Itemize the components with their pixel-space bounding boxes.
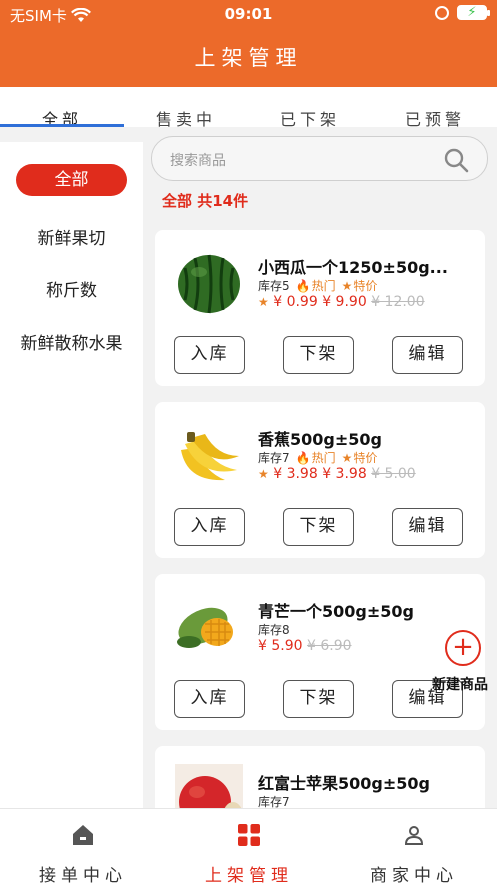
banana-icon — [181, 432, 239, 481]
search-input[interactable]: 搜索商品 — [151, 136, 488, 181]
price-current: ¥ 0.99 ¥ 9.90 — [273, 294, 367, 310]
special-tag: ★特价 — [342, 277, 378, 294]
product-stock: 库存7 — [258, 795, 290, 808]
product-name: 小西瓜一个1250±50g... — [258, 258, 448, 277]
product-price: ¥ 5.90 ¥ 6.90 — [258, 638, 352, 654]
product-stock-row: 库存7 — [258, 793, 290, 808]
star-icon: ★ — [341, 451, 353, 465]
tab-warning[interactable]: 已预警 — [373, 106, 497, 130]
search-placeholder: 搜索商品 — [170, 153, 226, 169]
stock-in-button[interactable]: 入库 — [174, 508, 245, 546]
special-tag-label: 特价 — [353, 279, 378, 293]
hot-tag-label: 热门 — [311, 451, 336, 465]
hot-tag: 🔥热门 — [296, 277, 336, 294]
hot-tag: 🔥热门 — [296, 449, 336, 466]
new-product-label[interactable]: 新建商品 — [432, 674, 496, 694]
delist-button[interactable]: 下架 — [283, 508, 354, 546]
product-name: 红富士苹果500g±50g — [258, 774, 430, 793]
rotation-lock-icon — [435, 5, 449, 20]
star-icon: ★ — [341, 279, 353, 293]
active-tab-indicator — [0, 124, 124, 127]
nav-order-center[interactable]: 接单中心 — [0, 809, 166, 883]
search-icon[interactable] — [443, 147, 469, 173]
category-item-bulk-fruit[interactable]: 新鲜散称水果 — [0, 329, 143, 354]
stock-in-button[interactable]: 入库 — [174, 680, 245, 718]
delist-button[interactable]: 下架 — [283, 680, 354, 718]
product-stock: 库存7 — [258, 451, 290, 465]
nav-listing-management-label: 上架管理 — [205, 866, 293, 883]
special-tag-label: 特价 — [353, 451, 378, 465]
product-card: 青芒一个500g±50g 库存8 ¥ 5.90 ¥ 6.90 入库 下架 编辑 — [155, 574, 485, 730]
product-stock-row: 库存5 🔥热门 ★特价 — [258, 277, 377, 294]
category-sidebar: 全部 新鲜果切 称斤数 新鲜散称水果 — [0, 142, 143, 808]
tab-on-sale[interactable]: 售卖中 — [124, 106, 248, 130]
product-card: 小西瓜一个1250±50g... 库存5 🔥热门 ★特价 ★ ¥ 0.99 ¥ … — [155, 230, 485, 386]
category-item-all[interactable]: 全部 — [16, 164, 127, 196]
star-icon: ★ — [258, 295, 269, 309]
page-title: 上架管理 — [194, 46, 303, 70]
product-card: 香蕉500g±50g 库存7 🔥热门 ★特价 ★ ¥ 3.98 ¥ 3.98 ¥… — [155, 402, 485, 558]
plus-icon[interactable]: + — [445, 630, 481, 666]
nav-merchant-center[interactable]: 商家中心 — [331, 809, 497, 883]
category-item-by-weight[interactable]: 称斤数 — [0, 276, 143, 301]
battery-icon: ⚡ — [457, 5, 490, 20]
home-icon — [73, 825, 93, 845]
tab-delisted[interactable]: 已下架 — [248, 106, 372, 130]
product-stock-row: 库存8 — [258, 621, 290, 638]
nav-merchant-center-label: 商家中心 — [370, 866, 458, 883]
delist-button[interactable]: 下架 — [283, 336, 354, 374]
bottom-nav: 接单中心 上架管理 商家中心 — [0, 808, 497, 883]
category-item-fresh-cut[interactable]: 新鲜果切 — [0, 224, 143, 249]
star-icon: ★ — [258, 467, 269, 481]
tab-bar: 全部 售卖中 已下架 已预警 — [0, 87, 497, 130]
product-name: 香蕉500g±50g — [258, 430, 382, 449]
product-list: 小西瓜一个1250±50g... 库存5 🔥热门 ★特价 ★ ¥ 0.99 ¥ … — [155, 230, 485, 808]
status-time: 09:01 — [224, 5, 273, 23]
edit-button[interactable]: 编辑 — [392, 336, 463, 374]
price-original: ¥ 6.90 — [306, 638, 352, 654]
new-product-button[interactable]: + 新建商品 — [432, 630, 496, 695]
price-current: ¥ 5.90 — [258, 638, 303, 654]
product-price: ★ ¥ 0.99 ¥ 9.90 ¥ 12.00 — [258, 294, 425, 310]
product-stock-row: 库存7 🔥热门 ★特价 — [258, 449, 377, 466]
product-name: 青芒一个500g±50g — [258, 602, 414, 621]
price-original: ¥ 12.00 — [371, 294, 425, 310]
nav-order-center-label: 接单中心 — [39, 866, 127, 883]
flame-icon: 🔥 — [295, 451, 311, 465]
product-count: 全部 共14件 — [162, 192, 249, 210]
hot-tag-label: 热门 — [311, 279, 336, 293]
apple-icon — [175, 764, 243, 808]
nav-listing-management[interactable]: 上架管理 — [166, 809, 332, 883]
special-tag: ★特价 — [342, 449, 378, 466]
app-header: 无SIM卡 09:01 ⚡ 上架管理 — [0, 0, 497, 87]
product-stock: 库存8 — [258, 623, 290, 637]
edit-button[interactable]: 编辑 — [392, 508, 463, 546]
stock-in-button[interactable]: 入库 — [174, 336, 245, 374]
product-price: ★ ¥ 3.98 ¥ 3.98 ¥ 5.00 — [258, 466, 416, 482]
price-original: ¥ 5.00 — [371, 466, 416, 482]
status-bar: 无SIM卡 09:01 ⚡ — [0, 0, 497, 28]
product-stock: 库存5 — [258, 279, 290, 293]
person-icon — [404, 826, 424, 845]
grid-icon — [238, 824, 260, 846]
price-current: ¥ 3.98 ¥ 3.98 — [273, 466, 367, 482]
product-card: 红富士苹果500g±50g 库存7 — [155, 746, 485, 808]
mango-icon — [177, 607, 233, 648]
flame-icon: 🔥 — [295, 279, 311, 293]
watermelon-icon — [178, 254, 240, 314]
